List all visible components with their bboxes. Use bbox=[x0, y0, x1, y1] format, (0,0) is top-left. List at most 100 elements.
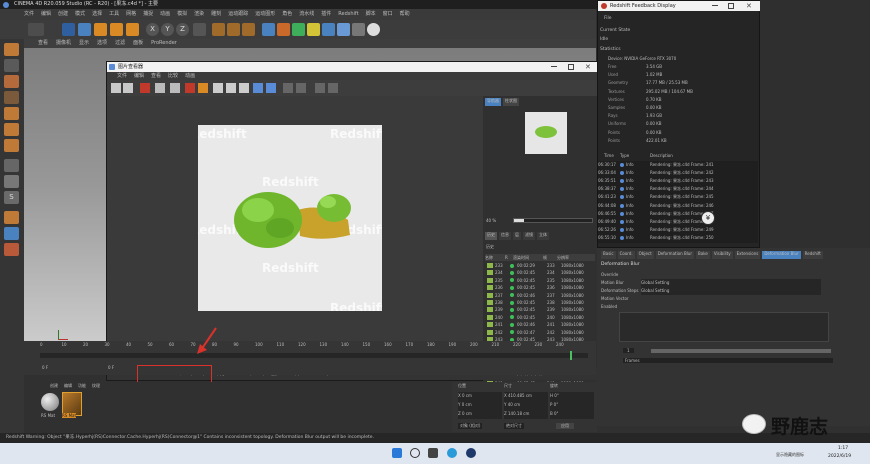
rsfb-file-menu[interactable]: File bbox=[604, 16, 612, 21]
attribute-value[interactable]: Global Setting bbox=[641, 279, 821, 287]
attribute-tab[interactable]: Deformation Blur bbox=[762, 251, 801, 259]
menu-item[interactable]: 雕刻 bbox=[211, 9, 221, 20]
history-header-cell[interactable]: 名称 bbox=[485, 254, 505, 261]
subdivision-icon[interactable] bbox=[292, 23, 305, 36]
snap-icon[interactable]: S bbox=[4, 191, 19, 204]
array-icon[interactable] bbox=[307, 23, 320, 36]
history-header-cell[interactable]: 分辨率 bbox=[557, 254, 593, 261]
region-icon[interactable] bbox=[155, 83, 165, 93]
pv-menu-item[interactable]: 查看 bbox=[151, 72, 161, 80]
attribute-select[interactable]: Frames bbox=[623, 358, 833, 363]
rsfb-minimize-icon[interactable] bbox=[712, 5, 718, 6]
attribute-value[interactable]: Global Setting bbox=[641, 287, 821, 295]
menu-item[interactable]: 网格 bbox=[126, 9, 136, 20]
workplane-icon[interactable] bbox=[4, 91, 19, 104]
split-h-icon[interactable] bbox=[253, 83, 263, 93]
split-v-icon[interactable] bbox=[266, 83, 276, 93]
log-header-cell[interactable]: Time bbox=[604, 153, 620, 160]
coord-field-rot[interactable]: P 0° bbox=[550, 401, 594, 410]
coord-size-select[interactable]: 绝对尺寸 bbox=[504, 423, 524, 429]
rsfb-maximize-icon[interactable] bbox=[728, 3, 734, 9]
menu-item[interactable]: 文件 bbox=[24, 9, 34, 20]
history-tab[interactable]: 层 bbox=[513, 232, 521, 240]
make-editable-icon[interactable] bbox=[4, 43, 19, 56]
attribute-tab[interactable]: Visibility bbox=[711, 251, 733, 259]
rotate-tool-icon[interactable] bbox=[110, 23, 123, 36]
view-c-icon[interactable] bbox=[239, 83, 249, 93]
apply-button[interactable]: 应用 bbox=[556, 423, 574, 429]
attribute-tab[interactable]: Coord. bbox=[617, 251, 635, 259]
material-menu-item[interactable]: 纹理 bbox=[92, 383, 100, 389]
menu-item[interactable]: 工具 bbox=[109, 9, 119, 20]
menu-item[interactable]: 动画 bbox=[160, 9, 170, 20]
tweak-icon[interactable] bbox=[4, 175, 19, 188]
render-view-icon[interactable] bbox=[212, 23, 225, 36]
save-file-icon[interactable] bbox=[123, 83, 133, 93]
tray-label[interactable]: 显示隐藏的图标 bbox=[776, 452, 804, 458]
viewport-menu-item[interactable]: 显示 bbox=[79, 39, 89, 48]
menu-item[interactable]: 捕捉 bbox=[143, 9, 153, 20]
log-list[interactable]: 06:30:17 Info Rendering: 果冻.c4d Frame: 241… bbox=[598, 161, 758, 243]
axis-z-icon[interactable]: Z bbox=[176, 23, 189, 36]
render-picture-icon[interactable] bbox=[227, 23, 240, 36]
maximize-icon[interactable] bbox=[568, 64, 574, 70]
scene-icon[interactable] bbox=[337, 23, 350, 36]
select-tool-icon[interactable] bbox=[62, 23, 75, 36]
history-row[interactable]: 233 00:02:29 233 1080x1080 bbox=[485, 262, 593, 269]
history-row[interactable]: 235 00:02:45 235 1080x1080 bbox=[485, 277, 593, 284]
menu-item[interactable]: 帮助 bbox=[400, 9, 410, 20]
material-menu-item[interactable]: 创建 bbox=[50, 383, 58, 389]
menu-item[interactable]: 运动跟踪 bbox=[228, 9, 248, 20]
menu-item[interactable]: 脚本 bbox=[366, 9, 376, 20]
current-frame-field[interactable]: 0 F bbox=[108, 365, 114, 370]
model-mode-icon[interactable] bbox=[4, 59, 19, 72]
history-row[interactable]: 239 00:02:45 239 1080x1080 bbox=[485, 306, 593, 313]
menu-item[interactable]: 运动图形 bbox=[255, 9, 275, 20]
view-b-icon[interactable] bbox=[226, 83, 236, 93]
render-settings-icon[interactable] bbox=[242, 23, 255, 36]
coord-field-size[interactable]: X 410.485 cm bbox=[504, 392, 548, 401]
add-tool-icon[interactable] bbox=[126, 23, 139, 36]
viewport-menu-item[interactable]: 选项 bbox=[97, 39, 107, 48]
coord-mode-select[interactable]: 对象 (相对) bbox=[458, 423, 483, 429]
pv-menu-item[interactable]: 编辑 bbox=[134, 72, 144, 80]
attribute-tab[interactable]: Extensions bbox=[734, 251, 761, 259]
menu-item[interactable]: Redshift bbox=[338, 9, 358, 20]
menu-item[interactable]: 模拟 bbox=[177, 9, 187, 20]
history-tab[interactable]: 历史 bbox=[485, 232, 497, 240]
c4d-taskbar-icon[interactable] bbox=[466, 448, 476, 458]
menu-item[interactable]: 选择 bbox=[92, 9, 102, 20]
edges-mode-icon[interactable] bbox=[4, 123, 19, 136]
channel-d-icon[interactable] bbox=[328, 83, 338, 93]
attribute-tab[interactable]: Redshift bbox=[802, 251, 823, 259]
material-menu-item[interactable]: 功能 bbox=[78, 383, 86, 389]
rsfb-close-icon[interactable]: ✕ bbox=[746, 1, 752, 11]
lock-icon[interactable] bbox=[4, 211, 19, 224]
history-row[interactable]: 237 00:02:46 237 1080x1080 bbox=[485, 292, 593, 299]
timeline[interactable]: 0 10 20 30 40 50 60 70 80 90 100 110 120 130 140 150 160… bbox=[24, 341, 596, 375]
menu-item[interactable]: 插件 bbox=[321, 9, 331, 20]
scale-tool-icon[interactable] bbox=[94, 23, 107, 36]
coord-field-rot[interactable]: H 0° bbox=[550, 392, 594, 401]
cube-icon[interactable] bbox=[262, 23, 275, 36]
attribute-slider[interactable] bbox=[651, 349, 831, 353]
coord-field-rot[interactable]: B 0° bbox=[550, 410, 594, 419]
log-header-cell[interactable]: Type bbox=[620, 153, 650, 160]
channel-b-icon[interactable] bbox=[296, 83, 306, 93]
close-icon[interactable]: ✕ bbox=[585, 62, 593, 72]
start-frame-field[interactable]: 0 F bbox=[42, 365, 48, 370]
coord-field-size[interactable]: Y 40 cm bbox=[504, 401, 548, 410]
open-file-icon[interactable] bbox=[111, 83, 121, 93]
task-view-icon[interactable] bbox=[428, 448, 438, 458]
points-mode-icon[interactable] bbox=[4, 107, 19, 120]
history-row[interactable]: 238 00:02:45 238 1080x1080 bbox=[485, 299, 593, 306]
menu-item[interactable]: 渲染 bbox=[194, 9, 204, 20]
edge-icon[interactable] bbox=[447, 448, 457, 458]
light-icon[interactable] bbox=[367, 23, 380, 36]
menu-item[interactable]: 编辑 bbox=[41, 9, 51, 20]
compare-a-icon[interactable] bbox=[170, 83, 180, 93]
history-header-cell[interactable]: 帧 bbox=[543, 254, 557, 261]
coord-field-pos[interactable]: Z 0 cm bbox=[458, 410, 502, 419]
zoom-value[interactable]: 40 % bbox=[486, 218, 496, 223]
channel-c-icon[interactable] bbox=[315, 83, 325, 93]
